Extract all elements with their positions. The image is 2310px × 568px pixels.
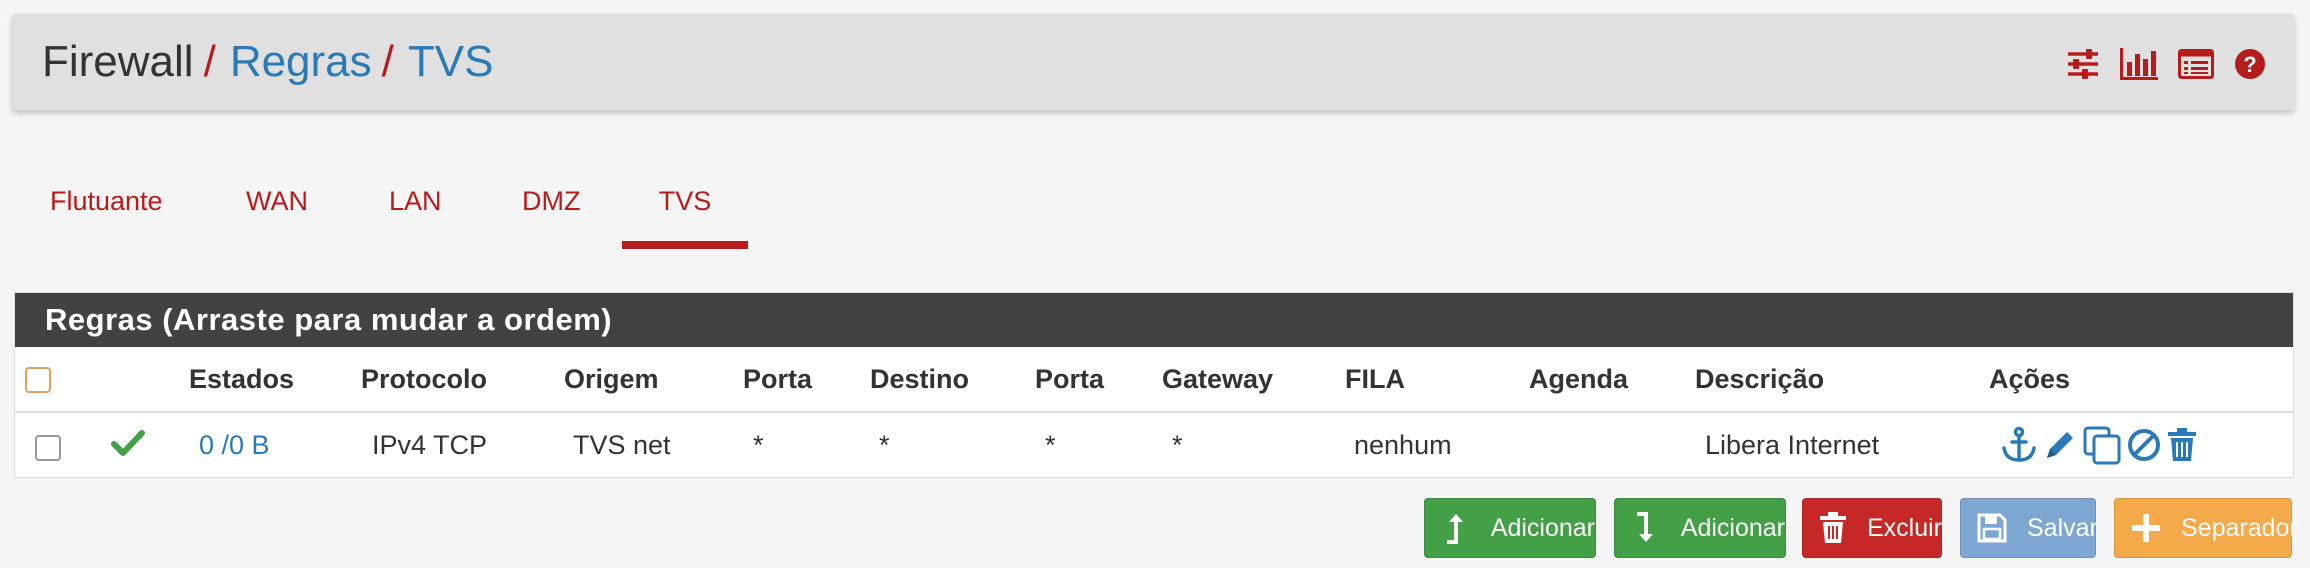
help-icon[interactable]: ? (2234, 48, 2266, 80)
cell-origem: TVS net (573, 430, 671, 460)
cell-fila: nenhum (1354, 430, 1452, 460)
delete-label: Excluir (1867, 513, 1943, 542)
col-descricao[interactable]: Descrição (1695, 347, 1824, 411)
select-all-checkbox[interactable] (25, 367, 51, 393)
copy-icon[interactable] (2082, 425, 2122, 470)
trash-icon[interactable] (2166, 427, 2198, 468)
col-protocolo[interactable]: Protocolo (361, 347, 487, 411)
arrow-down-icon (1631, 512, 1661, 544)
states-link[interactable]: 0 /0 B (199, 413, 270, 477)
col-acoes: Ações (1989, 364, 2071, 394)
breadcrumb-regras-link[interactable]: Regras (230, 37, 372, 86)
col-porta-destino[interactable]: Porta (1035, 347, 1104, 411)
col-estados[interactable]: Estados (189, 347, 294, 411)
panel-title: Regras (Arraste para mudar a ordem) (15, 293, 2293, 347)
breadcrumb-separator: / (203, 37, 216, 86)
cell-destino: * (879, 430, 890, 460)
enabled-check-icon[interactable] (111, 429, 145, 462)
col-origem[interactable]: Origem (564, 347, 659, 411)
add-rule-top-label: Adicionar (1490, 513, 1595, 542)
sliders-icon[interactable] (2066, 48, 2100, 80)
save-label: Salvar (2027, 513, 2098, 542)
breadcrumb-bar: Firewall / Regras / TVS ? (12, 14, 2294, 110)
cell-porta-origem: * (753, 430, 764, 460)
cell-descricao: Libera Internet (1705, 430, 1880, 460)
breadcrumb-tvs-link[interactable]: TVS (408, 37, 494, 86)
table-header: Estados Protocolo Origem Porta Destino P… (15, 347, 2293, 413)
anchor-icon[interactable] (2000, 426, 2038, 469)
cell-protocolo: IPv4 TCP (372, 430, 488, 460)
table-row[interactable]: 0 /0 B IPv4 TCP TVS net * * * * nenhum L… (15, 413, 2293, 477)
col-destino[interactable]: Destino (870, 347, 969, 411)
row-actions (2000, 425, 2198, 470)
svg-text:?: ? (2243, 52, 2256, 77)
pencil-icon[interactable] (2042, 427, 2078, 468)
cell-porta-destino: * (1045, 430, 1056, 460)
save-icon (1977, 512, 2007, 544)
rules-panel: Regras (Arraste para mudar a ordem) Esta… (14, 292, 2294, 478)
delete-button[interactable]: Excluir (1802, 498, 1942, 558)
list-icon[interactable] (2178, 49, 2214, 79)
tab-lan[interactable]: LAN (389, 170, 442, 232)
tab-tvs[interactable]: TVS (622, 170, 748, 249)
col-gateway[interactable]: Gateway (1162, 347, 1273, 411)
arrow-up-icon (1441, 512, 1471, 544)
save-button[interactable]: Salvar (1960, 498, 2098, 558)
plus-icon (2131, 512, 2161, 544)
breadcrumb-separator: / (381, 37, 394, 86)
tab-dmz[interactable]: DMZ (522, 170, 580, 232)
breadcrumb-firewall: Firewall (42, 37, 194, 86)
col-fila[interactable]: FILA (1345, 347, 1405, 411)
add-rule-top-button[interactable]: Adicionar (1424, 498, 1596, 558)
tab-flutuante[interactable]: Flutuante (50, 170, 163, 232)
row-checkbox[interactable] (35, 435, 61, 461)
separator-button[interactable]: Separador (2114, 498, 2298, 558)
col-porta-origem[interactable]: Porta (743, 347, 812, 411)
col-agenda[interactable]: Agenda (1529, 347, 1628, 411)
cell-gateway: * (1172, 430, 1183, 460)
disable-icon[interactable] (2126, 427, 2162, 468)
add-rule-bottom-button[interactable]: Adicionar (1614, 498, 1786, 558)
bar-chart-icon[interactable] (2120, 48, 2158, 80)
tab-wan[interactable]: WAN (246, 170, 308, 232)
breadcrumb: Firewall / Regras / TVS (42, 34, 493, 90)
separator-label: Separador (2181, 513, 2298, 542)
add-rule-bottom-label: Adicionar (1680, 513, 1785, 542)
trash-icon (1819, 512, 1847, 544)
